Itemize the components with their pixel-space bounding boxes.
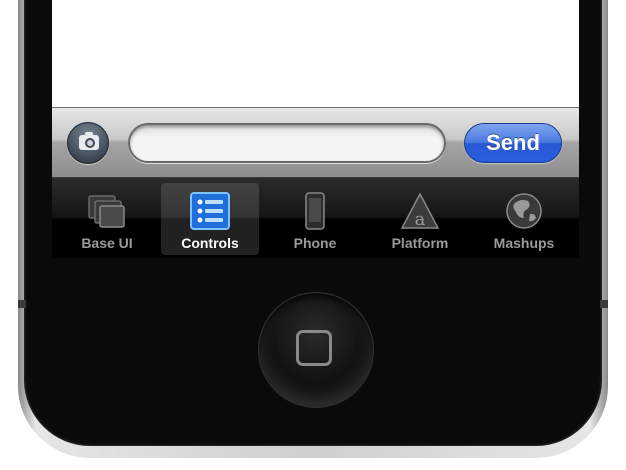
tab-label: Platform (391, 235, 449, 251)
send-button[interactable]: Send (464, 123, 562, 163)
side-notch-right (600, 300, 608, 308)
phone-icon (305, 192, 325, 230)
home-button[interactable] (258, 292, 374, 408)
tab-platform[interactable]: a Platform (371, 183, 469, 255)
globe-icon (506, 193, 542, 229)
tab-bar: Base UI Controls Phone a Platform Mashup… (52, 178, 579, 258)
side-notch-left (18, 300, 26, 308)
tab-phone[interactable]: Phone (266, 183, 364, 255)
tab-label: Mashups (493, 235, 555, 251)
home-button-icon (296, 330, 332, 366)
message-input[interactable] (128, 123, 446, 163)
tab-label: Base UI (81, 235, 133, 251)
camera-icon (79, 132, 99, 150)
controls-list-icon (190, 192, 230, 230)
tab-label: Controls (181, 235, 239, 251)
platform-icon: a (400, 192, 440, 230)
screen: Send Base UI Controls Phone a Platform M… (52, 0, 579, 258)
message-content-area[interactable] (52, 0, 579, 107)
tab-controls[interactable]: Controls (161, 183, 259, 255)
tab-label: Phone (293, 235, 337, 251)
tab-base-ui[interactable]: Base UI (58, 183, 156, 255)
camera-button[interactable] (67, 122, 109, 164)
svg-text:a: a (415, 209, 426, 230)
tab-mashups[interactable]: Mashups (475, 183, 573, 255)
base-ui-icon (88, 195, 125, 228)
message-input-bar: Send (52, 107, 579, 178)
